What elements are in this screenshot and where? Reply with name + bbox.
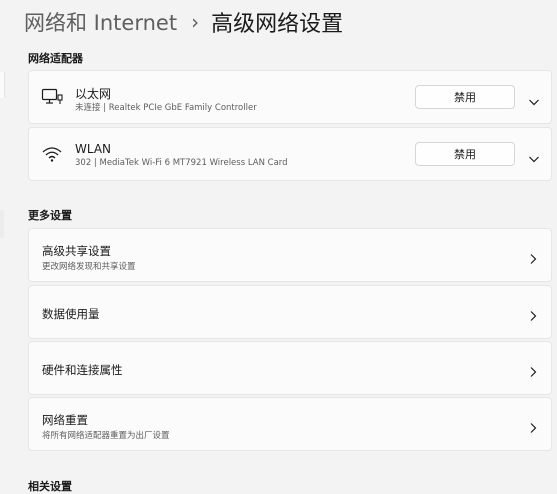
- row-subtitle: 将所有网络适配器重置为出厂设置: [42, 431, 170, 441]
- settings-row-network-reset[interactable]: 网络重置 将所有网络适配器重置为出厂设置: [28, 397, 552, 451]
- section-header-related-settings: 相关设置: [28, 480, 72, 493]
- adapter-name: 以太网: [75, 87, 112, 101]
- settings-row-advanced-sharing[interactable]: 高级共享设置 更改网络发现和共享设置: [28, 228, 552, 282]
- row-subtitle: 更改网络发现和共享设置: [42, 262, 136, 272]
- disable-ethernet-button[interactable]: 禁用: [415, 85, 515, 109]
- chevron-down-icon[interactable]: [528, 92, 540, 106]
- row-title: 高级共享设置: [42, 244, 111, 258]
- section-header-network-adapters: 网络适配器: [28, 52, 83, 65]
- chevron-right-icon: [529, 307, 537, 321]
- adapter-status: 302 | MediaTek Wi-Fi 6 MT7921 Wireless L…: [75, 158, 288, 168]
- chevron-right-icon: [529, 419, 537, 433]
- breadcrumb-separator: ›: [191, 10, 200, 34]
- breadcrumb-parent-link[interactable]: 网络和 Internet: [24, 7, 177, 37]
- adapter-card-wlan: WLAN 302 | MediaTek Wi-Fi 6 MT7921 Wirel…: [28, 127, 552, 181]
- adapter-card-ethernet: 以太网 未连接 | Realtek PCIe GbE Family Contro…: [28, 70, 552, 124]
- nav-pane-edge: [0, 72, 5, 98]
- page-title: 高级网络设置: [211, 12, 344, 37]
- disable-wlan-button[interactable]: 禁用: [415, 142, 515, 166]
- settings-row-data-usage[interactable]: 数据使用量: [28, 285, 552, 339]
- wifi-icon: [41, 144, 63, 164]
- ethernet-icon: [41, 87, 63, 107]
- chevron-right-icon: [529, 250, 537, 264]
- section-header-more-settings: 更多设置: [28, 209, 72, 222]
- settings-row-hardware-properties[interactable]: 硬件和连接属性: [28, 341, 552, 395]
- breadcrumb: 网络和 Internet › 高级网络设置: [24, 6, 343, 38]
- chevron-right-icon: [529, 363, 537, 377]
- adapter-name: WLAN: [75, 142, 112, 156]
- row-title: 数据使用量: [42, 307, 100, 321]
- row-title: 网络重置: [42, 413, 88, 427]
- adapter-status: 未连接 | Realtek PCIe GbE Family Controller: [75, 103, 257, 113]
- row-title: 硬件和连接属性: [42, 363, 123, 377]
- nav-pane-edge-selected: [0, 210, 4, 238]
- chevron-down-icon[interactable]: [528, 149, 540, 163]
